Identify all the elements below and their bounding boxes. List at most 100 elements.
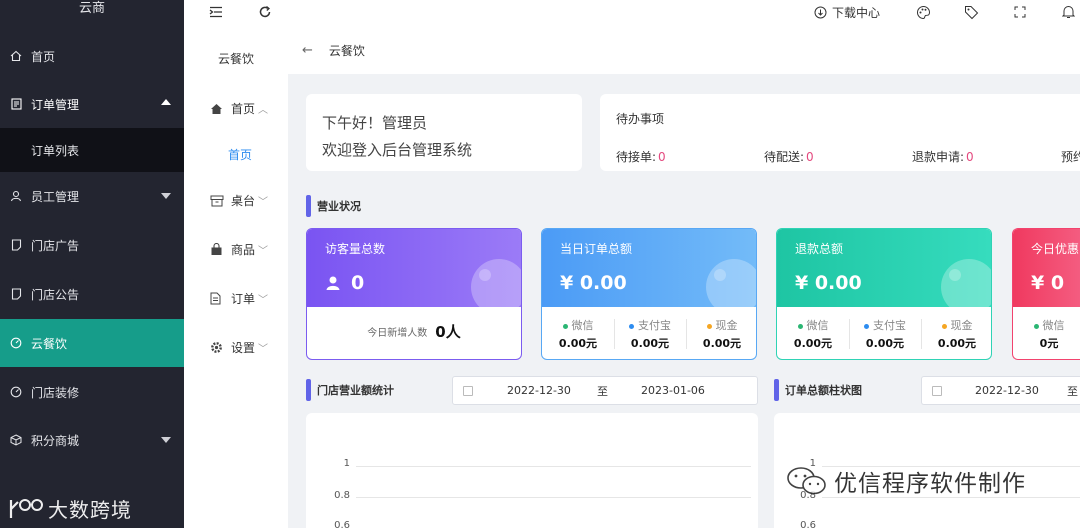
date-end[interactable]: 2023-01-06	[641, 384, 705, 397]
business-section-title: 营业状况	[306, 195, 361, 217]
menu-fold-icon[interactable]	[208, 4, 224, 20]
fullscreen-icon[interactable]	[1012, 4, 1028, 20]
order-chart-title: 订单总额柱状图	[774, 379, 862, 401]
house-icon	[210, 103, 224, 115]
back-arrow-icon[interactable]: ←	[302, 43, 313, 58]
sidebar-item-label: 门店公告	[31, 287, 80, 302]
submenu-item-label: 首页	[228, 148, 253, 162]
sidebar-item-home[interactable]: 首页	[0, 32, 184, 80]
payment-value: 0.00元	[865, 337, 905, 350]
discount-wechat: 微信 0元	[1013, 317, 1080, 351]
dashboard-icon	[9, 336, 23, 350]
submenu-sidebar: 云餐饮 首页 ︿ 首页 桌台 ﹀ 商品 ﹀ 订单 ﹀ 设置 ﹀	[184, 26, 288, 528]
cash-dot	[706, 323, 712, 329]
submenu-subitem-home[interactable]: 首页	[228, 146, 252, 163]
submenu-item-orders[interactable]: 订单 ﹀	[210, 290, 268, 307]
sidebar-item-order-management[interactable]: 订单管理	[0, 80, 184, 128]
submenu-item-label: 首页	[231, 102, 256, 116]
date-separator: 至	[597, 384, 608, 398]
y-tick: 0.6	[800, 520, 816, 528]
logo-icon	[9, 498, 43, 518]
sidebar-item-staff[interactable]: 员工管理	[0, 172, 184, 220]
refunds-cash: 现金 0.00元	[921, 317, 991, 351]
user-icon	[9, 189, 23, 203]
box-icon	[210, 195, 224, 207]
wechat-dot	[562, 323, 568, 329]
submenu-item-home[interactable]: 首页 ︿	[210, 100, 268, 117]
breadcrumb-current: 云餐饮	[328, 43, 365, 58]
bell-icon[interactable]	[1060, 4, 1076, 20]
download-center-label: 下载中心	[832, 6, 881, 20]
visitors-value: 0	[325, 272, 364, 294]
home-icon	[9, 49, 23, 63]
decoration-dot	[949, 269, 961, 281]
visitors-value-text: 0	[351, 272, 365, 294]
wechat-logo-icon	[787, 467, 826, 495]
orders-cash: 现金 0.00元	[686, 317, 756, 351]
todo-label: 退款申请:	[912, 150, 965, 164]
section-title-text: 订单总额柱状图	[785, 384, 862, 397]
chevron-down-icon: ﹀	[258, 197, 269, 208]
submenu-item-tables[interactable]: 桌台 ﹀	[210, 192, 268, 209]
sidebar-item-order-list[interactable]: 订单列表	[0, 128, 184, 172]
calendar-icon	[463, 385, 473, 396]
sidebar-item-cloud-dining[interactable]: 云餐饮	[0, 319, 184, 367]
price-tag-icon[interactable]	[963, 4, 979, 20]
order-date-range[interactable]: 2022-12-30 至	[921, 376, 1080, 405]
caret-down-icon	[161, 193, 171, 199]
date-start[interactable]: 2022-12-30	[507, 384, 571, 397]
todo-value: 0	[806, 150, 814, 164]
date-start[interactable]: 2022-12-30	[975, 384, 1039, 397]
y-tick: 0.8	[334, 490, 350, 501]
download-center-button[interactable]: 下载中心	[814, 4, 880, 21]
chevron-down-icon: ﹀	[258, 295, 269, 306]
brand-title: 云商	[78, 1, 105, 16]
breadcrumb: ← 云餐饮	[288, 26, 1080, 74]
payment-value: 0.00元	[937, 337, 977, 350]
new-visitors-value: 0人	[435, 323, 461, 341]
visitors-footer: 今日新增人数 0人	[307, 307, 521, 359]
payment-value: 0.00元	[558, 337, 598, 350]
todo-item-pending-delivery[interactable]: 待配送: 0	[764, 148, 814, 165]
tag-icon	[9, 287, 23, 301]
payment-value: 0元	[1039, 337, 1059, 350]
grid-line	[356, 497, 751, 498]
date-separator: 至	[1067, 384, 1078, 398]
gear-icon	[210, 341, 224, 354]
submenu-item-settings[interactable]: 设置 ﹀	[210, 339, 268, 356]
alipay-dot	[629, 323, 634, 329]
submenu-item-label: 设置	[231, 341, 256, 355]
sidebar-item-label: 员工管理	[31, 189, 80, 204]
refresh-icon[interactable]	[257, 4, 273, 20]
theme-palette-icon[interactable]	[915, 4, 931, 20]
decoration-dot	[479, 269, 491, 281]
grid-line	[356, 466, 751, 467]
caret-down-icon	[161, 437, 171, 443]
todo-item-refund[interactable]: 退款申请: 0	[912, 148, 974, 165]
sidebar-item-store-decor[interactable]: 门店装修	[0, 368, 184, 416]
sidebar-item-points-mall[interactable]: 积分商城	[0, 416, 184, 464]
todo-item-reservation[interactable]: 预约	[1061, 148, 1080, 165]
chevron-down-icon: ﹀	[258, 344, 269, 355]
cube-icon	[9, 433, 23, 447]
file-icon	[210, 292, 224, 305]
greeting-card: 下午好！管理员 欢迎登入后台管理系统	[306, 94, 582, 171]
payment-name: 微信	[806, 319, 829, 332]
sidebar-item-store-notice[interactable]: 门店公告	[0, 270, 184, 318]
y-tick: 1	[343, 458, 350, 469]
refunds-wechat: 微信 0.00元	[777, 317, 849, 351]
refunds-alipay: 支付宝 0.00元	[849, 317, 921, 351]
todo-item-pending-accept[interactable]: 待接单: 0	[616, 148, 666, 165]
submenu-item-products[interactable]: 商品 ﹀	[210, 241, 268, 258]
revenue-chart-title: 门店营业额统计	[306, 379, 394, 401]
main-sidebar: 云商 首页 订单管理 订单列表 员工管理 门店广告 门店公告 云餐饮 门店装修 …	[0, 0, 184, 528]
refunds-label: 退款总额	[795, 242, 844, 256]
download-icon	[814, 6, 827, 19]
caret-up-icon	[161, 99, 171, 105]
section-bar	[306, 379, 311, 401]
orders-wechat: 微信 0.00元	[542, 317, 614, 351]
section-title-text: 门店营业额统计	[317, 384, 394, 397]
alipay-dot	[864, 323, 869, 329]
revenue-date-range[interactable]: 2022-12-30 至 2023-01-06	[452, 376, 758, 405]
sidebar-item-store-ads[interactable]: 门店广告	[0, 221, 184, 269]
